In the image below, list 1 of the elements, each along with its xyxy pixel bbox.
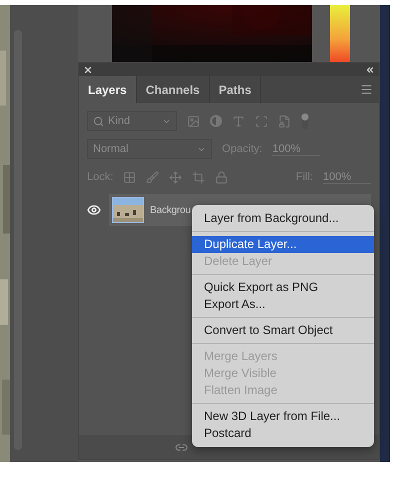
layer-name: Backgrou [150, 204, 191, 216]
